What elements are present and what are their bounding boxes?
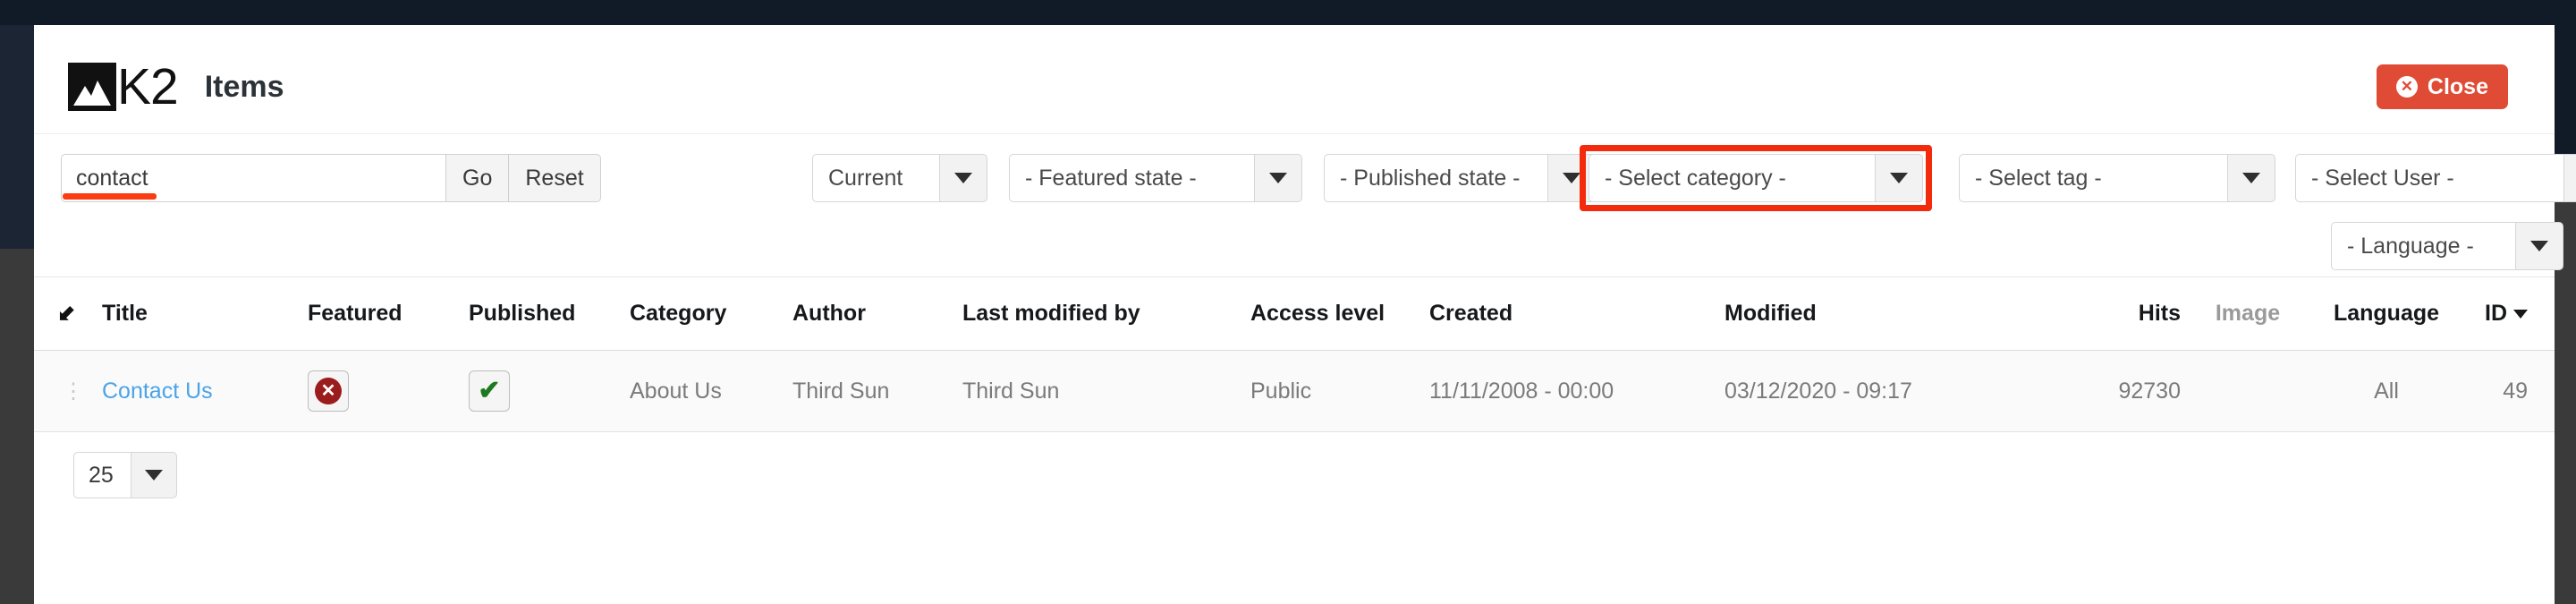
col-sort[interactable]: ⬋	[34, 277, 102, 351]
select-user[interactable]: - Select User -	[2295, 154, 2576, 202]
col-id[interactable]: ID	[2458, 277, 2555, 351]
chevron-down-icon[interactable]	[2563, 154, 2576, 202]
logo-text: K2	[117, 58, 179, 115]
check-icon: ✔	[478, 376, 501, 405]
drag-handle-icon[interactable]: ⋮	[63, 380, 84, 402]
k2-logo: K2	[68, 58, 179, 115]
items-table: ⬋ Title Featured Published Category Auth…	[34, 277, 2555, 432]
chevron-down-icon[interactable]	[1875, 154, 1923, 202]
select-featured-state-value: - Featured state -	[1009, 154, 1254, 202]
select-tag[interactable]: - Select tag -	[1959, 154, 2275, 202]
mountain-icon	[68, 63, 116, 111]
col-author[interactable]: Author	[792, 277, 962, 351]
select-featured-state[interactable]: - Featured state -	[1009, 154, 1302, 202]
row-id: 49	[2458, 350, 2555, 432]
table-header-row: ⬋ Title Featured Published Category Auth…	[34, 277, 2555, 351]
col-category[interactable]: Category	[630, 277, 792, 351]
row-modified: 03/12/2020 - 09:17	[1724, 350, 2064, 432]
row-language: All	[2315, 350, 2458, 432]
chevron-down-icon[interactable]	[1254, 154, 1302, 202]
col-modified[interactable]: Modified	[1724, 277, 2064, 351]
row-author: Third Sun	[792, 350, 962, 432]
col-title[interactable]: Title	[102, 277, 308, 351]
select-published-state[interactable]: - Published state -	[1324, 154, 1596, 202]
published-toggle[interactable]: ✔	[469, 370, 510, 412]
items-table-wrap: ⬋ Title Featured Published Category Auth…	[34, 277, 2555, 498]
search-annotation-underline	[63, 193, 157, 200]
col-id-label: ID	[2485, 301, 2507, 326]
select-language[interactable]: - Language -	[2331, 222, 2563, 270]
table-row: ⋮ Contact Us ✕ ✔ About Us Third Sun Thir…	[34, 350, 2555, 432]
row-title-cell: Contact Us	[102, 350, 308, 432]
brand: K2 Items	[68, 58, 284, 115]
pagination-limit-value: 25	[73, 452, 131, 498]
row-created: 11/11/2008 - 00:00	[1429, 350, 1724, 432]
col-image: Image	[2181, 277, 2315, 351]
filter-bar: Go Reset Current - Featured state - - Pu…	[34, 134, 2576, 277]
item-title-link[interactable]: Contact Us	[102, 379, 213, 404]
row-access: Public	[1250, 350, 1429, 432]
chevron-down-icon[interactable]	[131, 452, 177, 498]
page-title: Items	[204, 70, 284, 104]
select-published-state-value: - Published state -	[1324, 154, 1547, 202]
table-footer: 25	[34, 432, 2555, 498]
select-category[interactable]: - Select category -	[1589, 154, 1923, 202]
page-root: K2 Items ✕ Close Go Reset Current	[0, 0, 2576, 604]
row-image	[2181, 350, 2315, 432]
col-published[interactable]: Published	[469, 277, 630, 351]
search-reset-button[interactable]: Reset	[508, 154, 601, 202]
backdrop-left-upper	[0, 25, 34, 249]
row-hits: 92730	[2064, 350, 2181, 432]
sort-updown-icon[interactable]: ⬋	[57, 303, 75, 325]
select-state-value: Current	[812, 154, 939, 202]
row-featured-cell: ✕	[308, 350, 469, 432]
select-language-value: - Language -	[2331, 222, 2515, 270]
col-featured[interactable]: Featured	[308, 277, 469, 351]
search-go-button[interactable]: Go	[445, 154, 509, 202]
cross-circle-icon: ✕	[315, 378, 342, 404]
col-access-level[interactable]: Access level	[1250, 277, 1429, 351]
backdrop-left-lower	[0, 249, 34, 604]
col-created[interactable]: Created	[1429, 277, 1724, 351]
chevron-down-icon[interactable]	[2227, 154, 2275, 202]
close-button[interactable]: ✕ Close	[2376, 64, 2508, 109]
select-tag-value: - Select tag -	[1959, 154, 2227, 202]
row-category: About Us	[630, 350, 792, 432]
col-hits[interactable]: Hits	[2064, 277, 2181, 351]
close-button-label: Close	[2427, 73, 2488, 99]
row-drag-cell[interactable]: ⋮	[34, 350, 102, 432]
select-user-value: - Select User -	[2295, 154, 2563, 202]
row-modified-by: Third Sun	[962, 350, 1250, 432]
modal-header: K2 Items ✕ Close	[34, 25, 2555, 134]
items-modal: K2 Items ✕ Close Go Reset Current	[34, 25, 2576, 604]
chevron-down-icon[interactable]	[2515, 222, 2563, 270]
chevron-down-icon[interactable]	[939, 154, 987, 202]
pagination-limit-select[interactable]: 25	[73, 452, 177, 498]
col-modified-by[interactable]: Last modified by	[962, 277, 1250, 351]
featured-toggle[interactable]: ✕	[308, 370, 349, 412]
chevron-down-icon	[2513, 310, 2528, 319]
row-published-cell: ✔	[469, 350, 630, 432]
backdrop-top	[0, 0, 2576, 25]
close-circle-icon: ✕	[2395, 76, 2418, 98]
select-category-value: - Select category -	[1589, 154, 1875, 202]
select-state[interactable]: Current	[812, 154, 987, 202]
col-language[interactable]: Language	[2315, 277, 2458, 351]
